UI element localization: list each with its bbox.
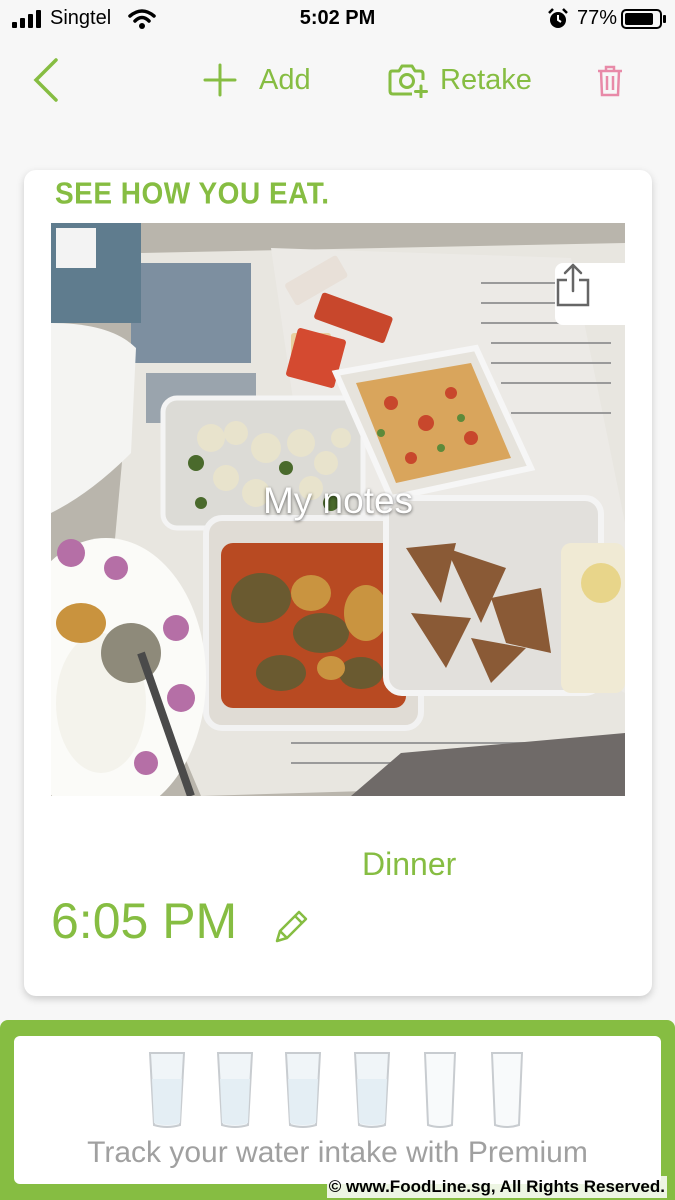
battery-percent: 77% [576,7,617,29]
meal-card: SEE HOW YOU EAT. My notes Dinner 6:05 PM [24,170,652,996]
water-intake-panel[interactable]: Track your water intake with Premium [14,1036,661,1184]
chevron-left-icon [33,58,58,102]
share-button[interactable] [555,263,625,325]
water-premium-message[interactable]: Track your water intake with Premium [14,1136,661,1170]
status-time: 5:02 PM [299,7,376,29]
delete-button[interactable] [596,65,624,102]
status-bar: Singtel 5:02 PM 77% [0,0,675,40]
water-glass-icon[interactable] [148,1051,186,1129]
water-intake-section: Track your water intake with Premium [0,1020,675,1200]
top-toolbar: Add Retake [0,45,675,115]
meal-time-label[interactable]: 6:05 PM [51,892,237,950]
battery-icon [621,9,666,29]
share-icon [556,263,590,307]
meal-photo[interactable]: My notes [51,223,625,796]
back-button[interactable] [28,55,68,105]
camera-plus-icon [388,64,428,98]
retake-button[interactable]: Retake [388,60,532,100]
add-label: Add [259,63,311,96]
alarm-icon [548,8,568,28]
water-glass-icon[interactable] [490,1051,524,1129]
add-button[interactable]: Add [203,60,311,100]
water-glass-icon[interactable] [284,1051,322,1129]
water-glass-icon[interactable] [216,1051,254,1129]
meal-type-label[interactable]: Dinner [362,846,456,883]
water-glass-icon[interactable] [353,1051,391,1129]
photo-notes-caption[interactable]: My notes [51,480,625,522]
plus-icon [203,63,237,97]
watermark: © www.FoodLine.sg, All Rights Reserved. [326,1176,667,1198]
retake-label: Retake [440,63,532,96]
pencil-icon[interactable] [271,907,311,947]
water-glass-icon[interactable] [423,1051,457,1129]
tagline: SEE HOW YOU EAT. [55,176,330,211]
trash-icon [598,65,622,97]
